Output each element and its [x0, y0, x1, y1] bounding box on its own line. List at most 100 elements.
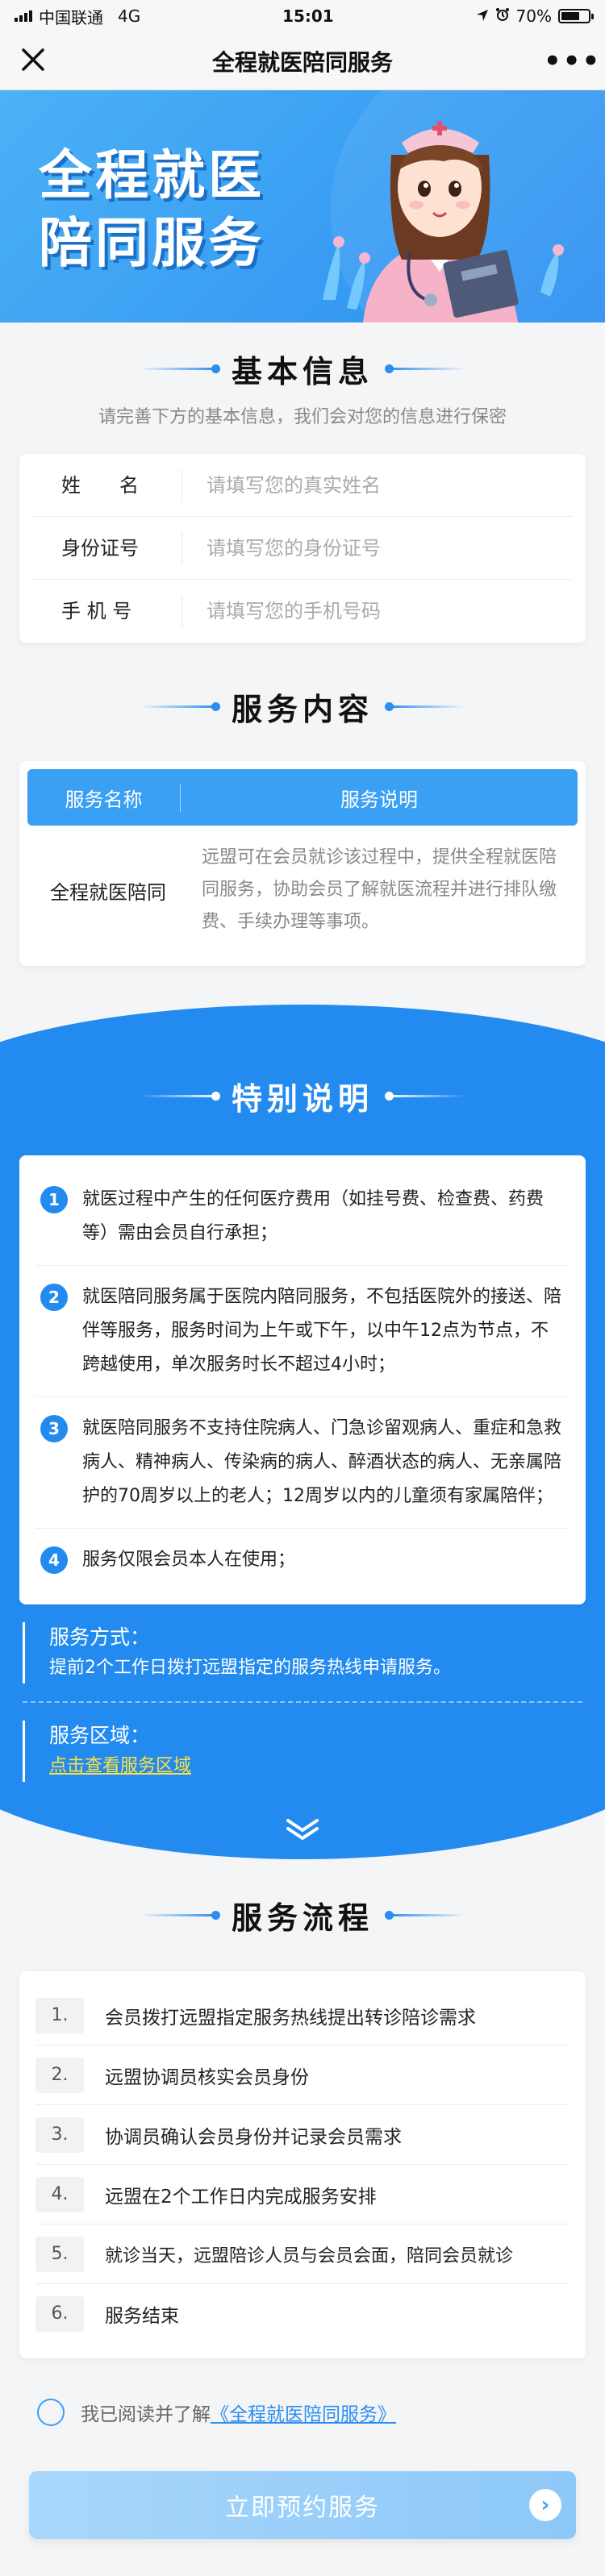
list-item: 4. 远盟在2个工作日内完成服务安排 [35, 2165, 570, 2224]
agreement-row: 我已阅读并了解《全程就医陪同服务》 [37, 2399, 605, 2426]
service-desc-cell: 远盟可在会员就诊该过程中，提供全程就医陪同服务，协助会员了解就医流程并进行排队缴… [202, 847, 557, 932]
column-header-service-desc: 服务说明 [340, 788, 418, 811]
step-number: 4. [35, 2176, 84, 2212]
double-chevron-down-icon [0, 1817, 605, 1845]
divider-line [385, 1911, 465, 1920]
alarm-icon [495, 6, 510, 26]
service-area-block: 服务区域： 点击查看服务区域 [23, 1721, 582, 1782]
note-number-badge: 1 [40, 1186, 68, 1213]
form-row-name: 姓 名 [32, 454, 573, 517]
notes-card: 1 就医过程中产生的任何医疗费用（如挂号费、检查费、药费等）需由会员自行承担； … [19, 1155, 586, 1604]
service-method-block: 服务方式： 提前2个工作日拨打远盟指定的服务热线申请服务。 [23, 1622, 582, 1683]
location-arrow-icon [476, 6, 489, 26]
id-number-label: 身份证号 [32, 531, 182, 564]
list-item: 6. 服务结束 [35, 2284, 570, 2344]
divider-line [385, 364, 465, 373]
divider-line [139, 1911, 220, 1920]
dashed-divider [23, 1701, 582, 1703]
list-item: 3. 协调员确认会员身份并记录会员需求 [35, 2105, 570, 2165]
note-number-badge: 4 [40, 1546, 68, 1574]
section-title-process: 服务流程 [231, 1900, 373, 1936]
step-text: 就诊当天，远盟陪诊人员与会员会面，陪同会员就诊 [105, 2245, 514, 2266]
phone-label: 手 机 号 [32, 595, 182, 627]
note-text: 就医陪同服务属于医院内陪同服务，不包括医院外的接送、陪伴等服务，服务时间为上午或… [82, 1287, 562, 1375]
list-item: 2 就医陪同服务属于医院内陪同服务，不包括医院外的接送、陪伴等服务，服务时间为上… [35, 1266, 570, 1397]
page: 中国联通 4G 15:01 70% 全程就医陪同服务 ••• 全程就医 陪同服务 [0, 0, 605, 2576]
note-number-badge: 2 [40, 1284, 68, 1311]
battery-icon [557, 9, 594, 23]
hero-banner: 全程就医 陪同服务 [0, 90, 605, 323]
step-text: 服务结束 [105, 2306, 179, 2327]
service-table: 服务名称 服务说明 全程就医陪同 远盟可在会员就诊该过程中，提供全程就医陪同服务… [19, 761, 586, 966]
banner-title-line-1: 全程就医 [39, 144, 265, 206]
signal-bars-icon [15, 10, 32, 22]
service-method-text: 提前2个工作日拨打远盟指定的服务热线申请服务。 [49, 1658, 451, 1678]
step-number: 6. [35, 2296, 84, 2332]
service-area-label: 服务区域： [49, 1724, 151, 1747]
form-row-id: 身份证号 [32, 517, 573, 580]
basic-info-form: 姓 名 身份证号 手 机 号 [19, 454, 586, 643]
step-text: 远盟在2个工作日内完成服务安排 [105, 2186, 377, 2208]
list-item: 2. 远盟协调员核实会员身份 [35, 2045, 570, 2105]
special-notes-section: 特别说明 1 就医过程中产生的任何医疗费用（如挂号费、检查费、药费等）需由会员自… [0, 1005, 605, 1859]
section-title-service: 服务内容 [231, 692, 373, 727]
divider-line [139, 1092, 220, 1101]
more-icon[interactable]: ••• [544, 45, 599, 77]
section-title-basic-info: 基本信息 [231, 354, 373, 389]
note-number-badge: 3 [40, 1415, 68, 1442]
note-text: 就医过程中产生的任何医疗费用（如挂号费、检查费、药费等）需由会员自行承担； [82, 1189, 544, 1243]
arrow-right-icon: › [529, 2489, 561, 2521]
navigation-bar: 全程就医陪同服务 ••• [0, 32, 605, 90]
service-method-label: 服务方式： [49, 1625, 151, 1649]
view-service-area-link[interactable]: 点击查看服务区域 [49, 1751, 582, 1782]
book-service-button[interactable]: 立即预约服务 › [29, 2471, 576, 2539]
list-item: 3 就医陪同服务不支持住院病人、门急诊留观病人、重症和急救病人、精神病人、传染病… [35, 1397, 570, 1529]
service-table-header: 服务名称 服务说明 [27, 769, 578, 826]
nurse-illustration [323, 121, 564, 323]
carrier-label: 中国联通 [39, 7, 103, 27]
step-text: 会员拨打远盟指定服务热线提出转诊陪诊需求 [105, 2007, 476, 2029]
divider-line [385, 1092, 465, 1101]
battery-percent: 70% [515, 6, 552, 26]
privacy-hint: 请完善下方的基本信息，我们会对您的信息进行保密 [98, 407, 507, 427]
step-number: 3. [35, 2116, 84, 2153]
agreement-prefix: 我已阅读并了解 [81, 2404, 211, 2425]
list-item: 5. 就诊当天，远盟陪诊人员与会员会面，陪同会员就诊 [35, 2224, 570, 2284]
banner-title: 全程就医 陪同服务 [39, 142, 313, 277]
name-label: 姓 名 [32, 468, 182, 501]
step-text: 远盟协调员核实会员身份 [105, 2066, 309, 2088]
agreement-link[interactable]: 《全程就医陪同服务》 [211, 2404, 396, 2425]
id-number-input[interactable] [182, 536, 573, 560]
divider-line [139, 702, 220, 711]
network-label: 4G [118, 6, 141, 26]
list-item: 1 就医过程中产生的任何医疗费用（如挂号费、检查费、药费等）需由会员自行承担； [35, 1168, 570, 1266]
agreement-text: 我已阅读并了解《全程就医陪同服务》 [81, 2399, 396, 2426]
page-title: 全程就医陪同服务 [211, 48, 393, 76]
divider-line [385, 702, 465, 711]
step-text: 协调员确认会员身份并记录会员需求 [105, 2126, 402, 2148]
step-number: 1. [35, 1997, 84, 2033]
service-content-section: 服务内容 服务名称 服务说明 全程就医陪同 远盟可在会员就诊该过程中，提供全程就… [0, 685, 605, 966]
clock: 15:01 [282, 6, 334, 26]
status-bar: 中国联通 4G 15:01 70% [0, 0, 605, 32]
form-row-phone: 手 机 号 [32, 580, 573, 643]
banner-title-line-2: 陪同服务 [39, 212, 265, 274]
column-header-service-name: 服务名称 [27, 783, 181, 812]
process-list: 1. 会员拨打远盟指定服务热线提出转诊陪诊需求 2. 远盟协调员核实会员身份 3… [19, 1971, 586, 2358]
note-text: 就医陪同服务不支持住院病人、门急诊留观病人、重症和急救病人、精神病人、传染病的病… [82, 1418, 562, 1506]
name-input[interactable] [182, 473, 573, 497]
step-number: 5. [35, 2236, 84, 2272]
step-number: 2. [35, 2057, 84, 2093]
close-icon[interactable] [21, 45, 61, 77]
agreement-checkbox[interactable] [37, 2399, 65, 2426]
table-row: 全程就医陪同 远盟可在会员就诊该过程中，提供全程就医陪同服务，协助会员了解就医流… [27, 826, 578, 958]
service-process-section: 服务流程 1. 会员拨打远盟指定服务热线提出转诊陪诊需求 2. 远盟协调员核实会… [0, 1893, 605, 2358]
list-item: 1. 会员拨打远盟指定服务热线提出转诊陪诊需求 [35, 1986, 570, 2045]
book-service-label: 立即预约服务 [225, 2494, 380, 2522]
service-name-cell: 全程就医陪同 [50, 880, 166, 904]
phone-input[interactable] [182, 600, 573, 622]
list-item: 4 服务仅限会员本人在使用； [35, 1529, 570, 1592]
basic-info-section: 基本信息 请完善下方的基本信息，我们会对您的信息进行保密 姓 名 身份证号 手 … [0, 323, 605, 643]
section-title-special: 特别说明 [231, 1081, 373, 1117]
divider-line [139, 364, 220, 373]
